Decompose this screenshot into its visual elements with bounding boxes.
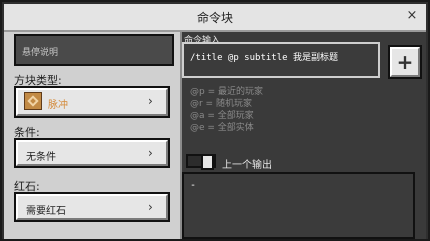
previous-output-toggle[interactable] — [186, 154, 216, 170]
previous-output-label: 上一个输出 — [222, 160, 272, 171]
command-block-icon — [24, 92, 42, 110]
window-title: 命令块 — [196, 11, 233, 25]
close-icon[interactable]: × — [404, 8, 420, 24]
plus-icon: + — [396, 50, 414, 74]
condition-value: 无条件 — [26, 152, 56, 163]
command-block-window: 命令块 × 悬停说明 方块类型: 脉冲 › 条件: 无条件 › 红石: 需要红石… — [0, 0, 430, 241]
hover-note-placeholder: 悬停说明 — [22, 48, 59, 58]
add-command-button[interactable]: + — [388, 45, 422, 79]
previous-output-text: - — [190, 180, 197, 191]
condition-button[interactable]: 无条件 › — [14, 138, 170, 168]
command-text: /title @p subtitle 我是副标题 — [190, 53, 338, 63]
right-panel: 命令输入 /title @p subtitle 我是副标题 + @p = 最近的… — [182, 32, 426, 239]
selector-help-line: @p = 最近的玩家 — [190, 87, 263, 97]
chevron-right-icon: › — [148, 94, 153, 108]
selector-help-line: @e = 全部实体 — [190, 123, 254, 133]
block-type-button[interactable]: 脉冲 › — [14, 86, 170, 118]
hover-note-input[interactable]: 悬停说明 — [14, 34, 174, 66]
selector-help-line: @r = 随机玩家 — [190, 99, 252, 109]
command-input[interactable]: /title @p subtitle 我是副标题 — [182, 42, 380, 78]
toggle-knob[interactable] — [201, 154, 214, 170]
redstone-button[interactable]: 需要红石 › — [14, 192, 170, 222]
previous-output-box: - — [182, 172, 415, 239]
redstone-value: 需要红石 — [26, 206, 66, 217]
title-bar: 命令块 × — [4, 4, 426, 32]
chevron-right-icon: › — [148, 146, 153, 160]
selector-help-line: @a = 全部玩家 — [190, 111, 254, 121]
selector-help-text: @p = 最近的玩家 @r = 随机玩家 @a = 全部玩家 @e = 全部实体 — [190, 86, 263, 134]
left-panel: 悬停说明 方块类型: 脉冲 › 条件: 无条件 › 红石: 需要红石 › — [4, 32, 182, 239]
block-type-value: 脉冲 — [48, 100, 68, 111]
chevron-right-icon: › — [148, 200, 153, 214]
